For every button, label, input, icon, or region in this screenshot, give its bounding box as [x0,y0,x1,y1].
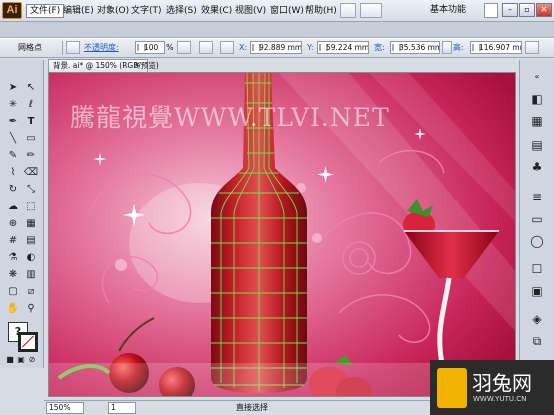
gradient-tool-icon[interactable]: ▤ [23,233,39,248]
brand-logo-icon [437,368,467,408]
tab-close-icon[interactable]: × [134,60,144,70]
rotate-tool-icon[interactable]: ↻ [5,182,21,197]
opacity-link[interactable]: 不透明度: [84,42,119,54]
graphic-styles-icon[interactable]: ▣ [527,282,547,300]
menu-edit[interactable]: 编辑(E) [60,4,97,18]
eyedropper-tool-icon[interactable]: ⚗ [5,250,21,265]
height-label: 高: [453,43,464,52]
menu-help[interactable]: 帮助(H) [302,4,340,18]
artboard-number-select[interactable]: 1 [108,402,136,414]
separator [62,41,63,55]
x-input[interactable]: 92.889 mm [250,41,302,54]
gradient-panel-icon[interactable]: ▭ [527,210,547,228]
tools-panel: ➤ ↖ ✳ ℓ ✒ T ╲ ▭ ✎ ✏ ⌇ ⌫ ↻ ⤡ ☁ ⬚ ⊕ ▦ # ▤ … [0,60,44,368]
brand-name: 羽兔网 [472,371,532,395]
pen-tool-icon[interactable]: ✒ [5,114,21,129]
close-button[interactable]: ✕ [536,3,552,17]
height-input[interactable]: 116.907 mm [470,41,522,54]
menu-window[interactable]: 窗口(W) [267,4,307,18]
color-panel-icon[interactable]: ◧ [527,90,547,108]
opacity-unit: % [166,43,174,52]
shape-builder-tool-icon[interactable]: ⊕ [5,216,21,231]
object-type-label: 网格点 [18,43,42,52]
mesh-tool-icon[interactable]: # [5,233,21,248]
opacity-input[interactable]: 100 [135,41,165,54]
hand-tool-icon[interactable]: ✋ [5,301,21,316]
watermark-text: 騰龍視覺WWW.TLVI.NET [70,103,390,132]
bridge-icon[interactable] [340,3,356,18]
none-mode-icon[interactable]: ⊘ [27,355,37,365]
magic-wand-tool-icon[interactable]: ✳ [5,97,21,112]
direct-selection-tool-icon[interactable]: ↖ [23,80,39,95]
stroke-panel-icon[interactable]: ≡ [527,188,547,206]
collapse-panels-icon[interactable]: « [527,68,547,86]
width-label: 宽: [374,43,385,52]
fill-stroke-swatch-icon[interactable]: ? [8,322,38,352]
gradient-mode-icon[interactable]: ▣ [16,355,26,365]
artboard-tool-icon[interactable]: ▢ [5,284,21,299]
menu-file[interactable]: 文件(F) [26,4,65,18]
app-logo-icon: Ai [2,2,22,19]
reference-point-icon[interactable] [220,41,234,54]
brand-url: WWW.YUTU.CN [473,395,527,403]
slice-tool-icon[interactable]: ⧄ [23,284,39,299]
color-mode-icon[interactable]: ■ [5,355,15,365]
menu-view[interactable]: 视图(V) [232,4,269,18]
search-icon[interactable] [484,3,498,18]
color-guide-icon[interactable]: ▦ [527,112,547,130]
status-tool-name[interactable]: 直接选择 [236,402,268,414]
y-label: Y: [307,43,314,52]
restore-button[interactable]: ▫ [519,3,535,17]
minimize-button[interactable]: – [502,3,518,17]
artboards-panel-icon[interactable]: ⧉ [527,332,547,350]
menu-type[interactable]: 文字(T) [128,4,165,18]
symbol-sprayer-tool-icon[interactable]: ❋ [5,267,21,282]
perspective-grid-tool-icon[interactable]: ▦ [23,216,39,231]
width-input[interactable]: 35.536 mm [390,41,440,54]
constrain-link-icon[interactable] [442,41,452,54]
swatches-panel-icon[interactable]: ▤ [527,136,547,154]
style-icon[interactable] [177,41,191,54]
blend-tool-icon[interactable]: ◐ [23,250,39,265]
layers-panel-icon[interactable]: ◈ [527,310,547,328]
paintbrush-tool-icon[interactable]: ✎ [5,148,21,163]
lasso-tool-icon[interactable]: ℓ [23,97,39,112]
menu-effect[interactable]: 效果(C) [198,4,235,18]
blob-brush-tool-icon[interactable]: ⌇ [5,165,21,180]
rectangle-tool-icon[interactable]: ▭ [23,131,39,146]
line-tool-icon[interactable]: ╲ [5,131,21,146]
selection-tool-icon[interactable]: ➤ [5,80,21,95]
document-tab[interactable]: 背景. ai* @ 150% (RGB/预览) [48,59,159,72]
eraser-tool-icon[interactable]: ⌫ [23,165,39,180]
transform-icon[interactable] [199,41,213,54]
zoom-select[interactable]: 150% [46,402,84,414]
column-graph-tool-icon[interactable]: ▥ [23,267,39,282]
menu-select[interactable]: 选择(S) [163,4,200,18]
pencil-tool-icon[interactable]: ✏ [23,148,39,163]
scale-tool-icon[interactable]: ⤡ [23,182,39,197]
x-label: X: [239,43,248,52]
type-tool-icon[interactable]: T [23,114,39,129]
workspace-switcher[interactable]: 基本功能 [430,3,480,18]
warp-tool-icon[interactable]: ☁ [5,199,21,214]
appearance-panel-icon[interactable]: ☐ [527,260,547,278]
fill-color-icon[interactable] [66,41,80,54]
transparency-panel-icon[interactable]: ◯ [527,232,547,250]
arrange-documents-icon[interactable] [360,3,382,18]
y-input[interactable]: 59.224 mm [317,41,369,54]
zoom-tool-icon[interactable]: ⚲ [23,301,39,316]
control-bar-gripper [0,22,554,38]
free-transform-tool-icon[interactable]: ⬚ [23,199,39,214]
menu-object[interactable]: 对象(O) [94,4,132,18]
symbols-panel-icon[interactable]: ♣ [527,158,547,176]
align-icon[interactable] [525,41,539,54]
